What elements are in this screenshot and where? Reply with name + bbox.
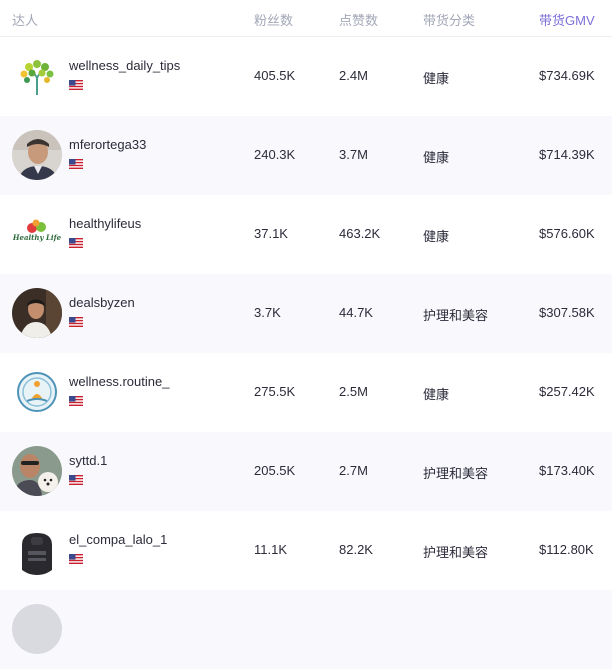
gmv-value: $112.80K bbox=[539, 542, 594, 557]
person-photo-icon bbox=[12, 288, 62, 338]
avatar[interactable]: Healthy Life bbox=[12, 209, 62, 259]
followers-value: 240.3K bbox=[254, 147, 296, 162]
table-row[interactable]: Healthy Life healthylifeus 37.1K 463.2K … bbox=[0, 195, 612, 274]
us-flag-icon bbox=[69, 238, 83, 248]
person-with-dog-photo-icon bbox=[12, 446, 62, 496]
category-value: 健康 bbox=[423, 387, 450, 402]
table-row[interactable]: dealsbyzen 3.7K 44.7K 护理和美容 $307.58K bbox=[0, 274, 612, 353]
tree-logo-icon bbox=[12, 51, 62, 101]
creator-name[interactable]: wellness.routine_ bbox=[69, 374, 169, 389]
likes-value: 2.4M bbox=[339, 68, 368, 83]
gmv-value: $734.69K bbox=[539, 68, 595, 83]
column-header-followers[interactable]: 粉丝数 bbox=[254, 10, 293, 29]
category-value: 健康 bbox=[423, 229, 450, 244]
category-value: 护理和美容 bbox=[423, 545, 489, 560]
likes-value: 2.7M bbox=[339, 463, 368, 478]
category-value: 护理和美容 bbox=[423, 466, 489, 481]
likes-value: 463.2K bbox=[339, 226, 381, 241]
creator-name[interactable]: mferortega33 bbox=[69, 137, 146, 152]
avatar[interactable] bbox=[12, 130, 62, 180]
gmv-value: $173.40K bbox=[539, 463, 595, 478]
creator-name[interactable]: wellness_daily_tips bbox=[69, 58, 180, 73]
avatar[interactable] bbox=[12, 604, 62, 654]
person-photo-icon bbox=[12, 130, 62, 180]
table-header: 达人 粉丝数 点赞数 带货分类 带货GMV bbox=[0, 0, 612, 37]
avatar[interactable] bbox=[12, 51, 62, 101]
gmv-value: $714.39K bbox=[539, 147, 595, 162]
avatar[interactable] bbox=[12, 525, 62, 575]
table-row[interactable]: el_compa_lalo_1 11.1K 82.2K 护理和美容 $112.8… bbox=[0, 511, 612, 590]
meditation-logo-icon bbox=[12, 367, 62, 417]
healthy-life-logo-icon: Healthy Life bbox=[12, 209, 62, 259]
likes-value: 44.7K bbox=[339, 305, 373, 320]
person-photo-icon bbox=[12, 525, 62, 575]
creator-table-body: wellness_daily_tips 405.5K 2.4M 健康 $734.… bbox=[0, 37, 612, 669]
us-flag-icon bbox=[69, 396, 83, 406]
gmv-value: $257.42K bbox=[539, 384, 595, 399]
table-row[interactable]: mferortega33 240.3K 3.7M 健康 $714.39K bbox=[0, 116, 612, 195]
creator-name[interactable]: healthylifeus bbox=[69, 216, 141, 231]
likes-value: 82.2K bbox=[339, 542, 373, 557]
column-header-category[interactable]: 带货分类 bbox=[423, 10, 475, 29]
category-value: 健康 bbox=[423, 150, 450, 165]
gmv-value: $307.58K bbox=[539, 305, 595, 320]
followers-value: 3.7K bbox=[254, 305, 281, 320]
gmv-value: $576.60K bbox=[539, 226, 595, 241]
logo-text: Healthy Life bbox=[12, 233, 62, 242]
followers-value: 275.5K bbox=[254, 384, 296, 399]
us-flag-icon bbox=[69, 554, 83, 564]
followers-value: 405.5K bbox=[254, 68, 296, 83]
category-value: 健康 bbox=[423, 71, 450, 86]
column-header-creator[interactable]: 达人 bbox=[12, 10, 38, 29]
creator-name[interactable]: el_compa_lalo_1 bbox=[69, 532, 167, 547]
us-flag-icon bbox=[69, 475, 83, 485]
table-row[interactable] bbox=[0, 590, 612, 669]
table-row[interactable]: syttd.1 205.5K 2.7M 护理和美容 $173.40K bbox=[0, 432, 612, 511]
table-row[interactable]: wellness.routine_ 275.5K 2.5M 健康 $257.42… bbox=[0, 353, 612, 432]
followers-value: 11.1K bbox=[254, 542, 288, 557]
followers-value: 37.1K bbox=[254, 226, 288, 241]
us-flag-icon bbox=[69, 317, 83, 327]
avatar[interactable] bbox=[12, 288, 62, 338]
likes-value: 2.5M bbox=[339, 384, 368, 399]
followers-value: 205.5K bbox=[254, 463, 296, 478]
avatar[interactable] bbox=[12, 367, 62, 417]
us-flag-icon bbox=[69, 159, 83, 169]
table-row[interactable]: wellness_daily_tips 405.5K 2.4M 健康 $734.… bbox=[0, 37, 612, 116]
category-value: 护理和美容 bbox=[423, 308, 489, 323]
column-header-likes[interactable]: 点赞数 bbox=[339, 10, 378, 29]
creator-name[interactable]: syttd.1 bbox=[69, 453, 107, 468]
avatar-placeholder-icon bbox=[12, 604, 62, 654]
column-header-gmv[interactable]: 带货GMV bbox=[539, 10, 595, 29]
avatar[interactable] bbox=[12, 446, 62, 496]
creator-name[interactable]: dealsbyzen bbox=[69, 295, 135, 310]
us-flag-icon bbox=[69, 80, 83, 90]
likes-value: 3.7M bbox=[339, 147, 368, 162]
